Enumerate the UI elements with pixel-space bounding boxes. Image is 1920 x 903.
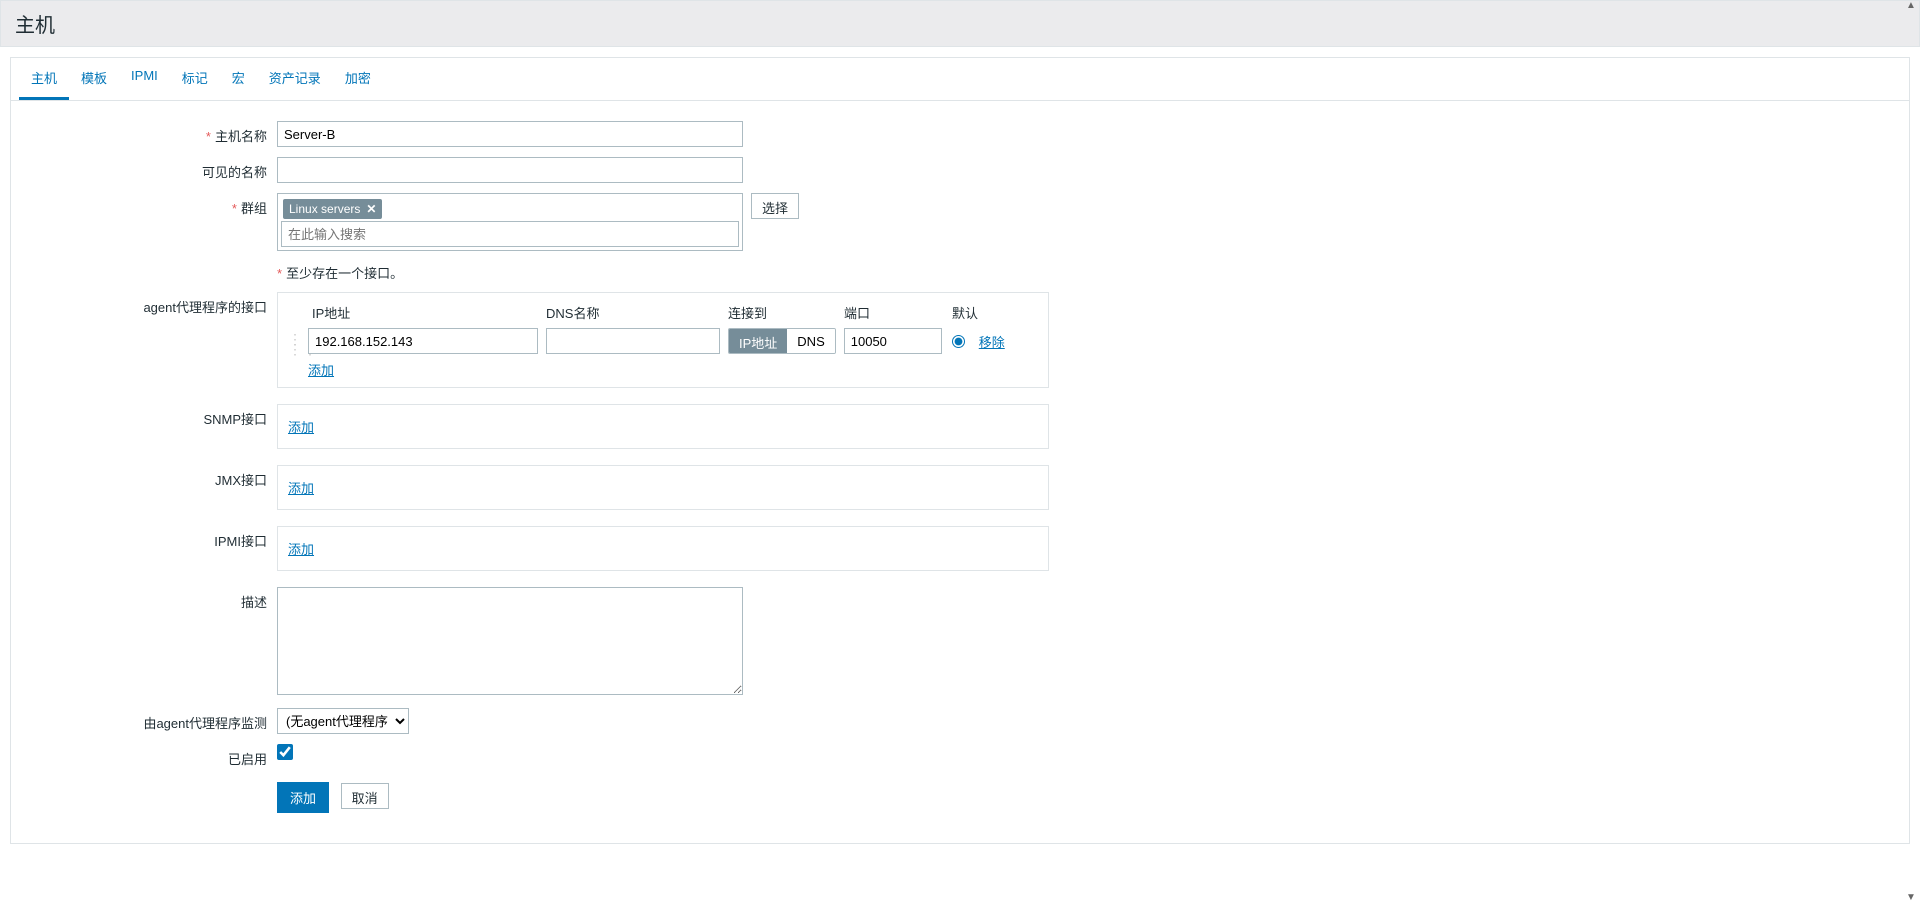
proxy-select[interactable]: (无agent代理程序) (277, 708, 409, 734)
page-title: 主机 (0, 0, 1920, 47)
jmx-iface-add-link[interactable]: 添加 (288, 481, 314, 496)
agent-dns-input[interactable] (546, 328, 720, 354)
tab-macros[interactable]: 宏 (220, 58, 257, 100)
groups-multiselect[interactable]: Linux servers ✕ (277, 193, 743, 251)
agent-port-input[interactable] (844, 328, 942, 354)
ipmi-iface-add-link[interactable]: 添加 (288, 542, 314, 557)
form-area: *主机名称 可见的名称 *群组 Linux servers ✕ (11, 101, 1909, 843)
visible-name-input[interactable] (277, 157, 743, 183)
agent-default-radio[interactable] (952, 335, 965, 348)
col-header-port: 端口 (844, 303, 952, 322)
agent-iface-add-link[interactable]: 添加 (308, 363, 334, 378)
tab-templates[interactable]: 模板 (69, 58, 119, 100)
connect-ip-button[interactable]: IP地址 (729, 329, 787, 353)
tabs-bar: 主机 模板 IPMI 标记 宏 资产记录 加密 (11, 58, 1909, 101)
tab-host[interactable]: 主机 (19, 58, 69, 100)
main-panel: 主机 模板 IPMI 标记 宏 资产记录 加密 *主机名称 可见的名称 *群组 (10, 57, 1910, 844)
snmp-interface-box: 添加 (277, 404, 1049, 449)
group-tag: Linux servers ✕ (283, 199, 382, 219)
label-description: 描述 (21, 587, 277, 611)
label-enabled: 已启用 (21, 744, 277, 768)
description-textarea[interactable] (277, 587, 743, 695)
label-snmp-interfaces: SNMP接口 (21, 404, 277, 428)
label-jmx-interfaces: JMX接口 (21, 465, 277, 489)
tab-ipmi[interactable]: IPMI (119, 58, 170, 100)
col-header-connect: 连接到 (728, 303, 844, 322)
host-name-input[interactable] (277, 121, 743, 147)
snmp-iface-add-link[interactable]: 添加 (288, 420, 314, 435)
tab-inventory[interactable]: 资产记录 (257, 58, 333, 100)
scroll-up-icon[interactable]: ▲ (1906, 0, 1916, 11)
connect-dns-button[interactable]: DNS (787, 329, 834, 353)
label-ipmi-interfaces: IPMI接口 (21, 526, 277, 550)
groups-select-button[interactable]: 选择 (751, 193, 799, 219)
groups-search-input[interactable] (281, 221, 739, 247)
agent-ip-input[interactable] (308, 328, 538, 354)
label-groups: *群组 (21, 193, 277, 217)
agent-iface-remove-link[interactable]: 移除 (979, 332, 1005, 351)
label-agent-interfaces: agent代理程序的接口 (21, 292, 277, 316)
interface-hint: *至少存在一个接口。 (277, 261, 403, 282)
label-monitored-by: 由agent代理程序监测 (21, 708, 277, 732)
col-header-ip: IP地址 (308, 303, 546, 322)
label-visible-name: 可见的名称 (21, 157, 277, 181)
submit-add-button[interactable]: 添加 (277, 782, 329, 813)
tab-encryption[interactable]: 加密 (333, 58, 383, 100)
col-header-default: 默认 (952, 303, 1012, 322)
scroll-down-icon[interactable]: ▼ (1906, 892, 1916, 903)
group-tag-label: Linux servers (289, 202, 360, 216)
group-tag-remove-icon[interactable]: ✕ (366, 202, 376, 216)
enabled-checkbox[interactable] (277, 744, 293, 760)
label-host-name: *主机名称 (21, 121, 277, 145)
connect-toggle: IP地址 DNS (728, 328, 836, 354)
drag-handle-icon[interactable]: ⋮⋮⋮⋮ (288, 329, 304, 354)
col-header-dns: DNS名称 (546, 303, 728, 322)
tab-tags[interactable]: 标记 (170, 58, 220, 100)
cancel-button[interactable]: 取消 (341, 783, 389, 809)
agent-interface-box: IP地址 DNS名称 连接到 端口 默认 ⋮⋮⋮⋮ (277, 292, 1049, 388)
iface-header-row: IP地址 DNS名称 连接到 端口 默认 (288, 303, 1038, 322)
ipmi-interface-box: 添加 (277, 526, 1049, 571)
agent-iface-row: ⋮⋮⋮⋮ IP地址 DNS 移除 (288, 328, 1038, 354)
jmx-interface-box: 添加 (277, 465, 1049, 510)
